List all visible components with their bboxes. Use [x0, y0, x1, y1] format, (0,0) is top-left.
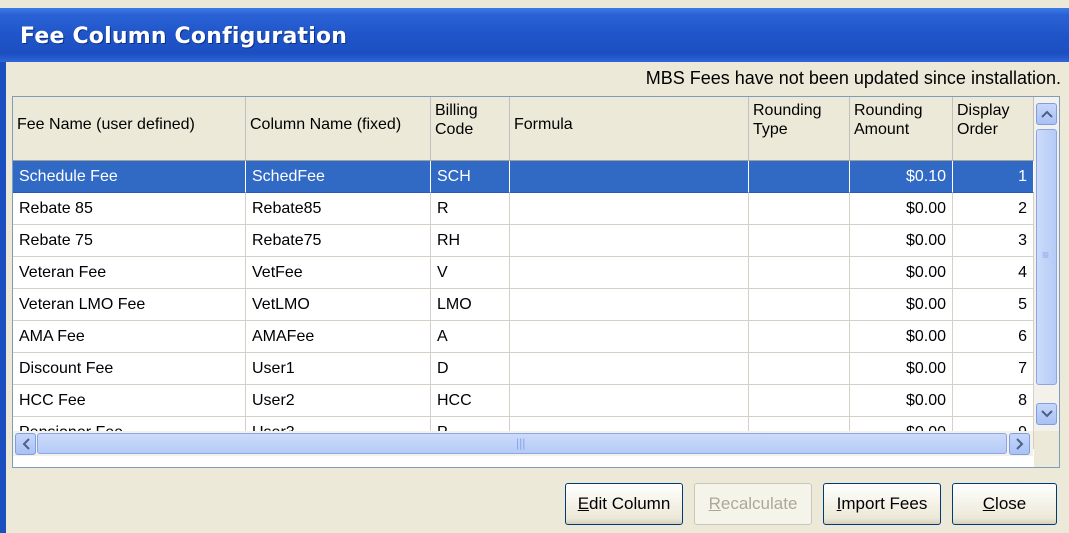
table-row[interactable]: Veteran LMO Fee VetLMO LMO $0.00 5	[13, 289, 1034, 321]
cell-display-order[interactable]: 7	[953, 353, 1034, 385]
cell-rounding-amount[interactable]: $0.00	[850, 385, 953, 417]
recalculate-button[interactable]: Recalculate	[694, 483, 812, 525]
cell-rounding-type[interactable]	[749, 193, 850, 225]
chevron-left-icon[interactable]	[15, 433, 36, 455]
horizontal-scroll-thumb[interactable]: |||	[37, 433, 1007, 454]
cell-display-order[interactable]: 5	[953, 289, 1034, 321]
cell-display-order[interactable]: 1	[953, 161, 1034, 193]
column-header-rounding-type[interactable]: Rounding Type	[749, 97, 850, 161]
column-header-formula[interactable]: Formula	[510, 97, 749, 161]
column-header-rounding-amount[interactable]: Rounding Amount	[850, 97, 953, 161]
cell-column-name[interactable]: Rebate85	[246, 193, 431, 225]
cell-fee-name[interactable]: Discount Fee	[13, 353, 246, 385]
cell-column-name[interactable]: User2	[246, 385, 431, 417]
cell-formula[interactable]	[510, 257, 749, 289]
cell-rounding-type[interactable]	[749, 161, 850, 193]
cell-fee-name[interactable]: Schedule Fee	[13, 161, 246, 193]
table-row[interactable]: Rebate 85 Rebate85 R $0.00 2	[13, 193, 1034, 225]
cell-billing-code[interactable]: SCH	[431, 161, 510, 193]
chevron-right-icon[interactable]	[1009, 433, 1030, 455]
close-button[interactable]: Close	[952, 483, 1057, 525]
chevron-down-icon[interactable]	[1036, 403, 1057, 425]
cell-rounding-amount[interactable]: $0.00	[850, 353, 953, 385]
cell-formula[interactable]	[510, 225, 749, 257]
cell-rounding-amount[interactable]: $0.00	[850, 257, 953, 289]
table-row[interactable]: Rebate 75 Rebate75 RH $0.00 3	[13, 225, 1034, 257]
window-title: Fee Column Configuration	[20, 24, 348, 49]
cell-display-order[interactable]: 6	[953, 321, 1034, 353]
edit-column-label: dit Column	[589, 494, 671, 513]
cell-column-name[interactable]: SchedFee	[246, 161, 431, 193]
horizontal-scrollbar[interactable]: |||	[13, 431, 1033, 456]
cell-rounding-amount[interactable]: $0.00	[850, 289, 953, 321]
cell-billing-code[interactable]: V	[431, 257, 510, 289]
grip-icon: |||	[516, 436, 526, 450]
cell-formula[interactable]	[510, 193, 749, 225]
cell-rounding-type[interactable]	[749, 321, 850, 353]
cell-rounding-type[interactable]	[749, 289, 850, 321]
cell-fee-name[interactable]: HCC Fee	[13, 385, 246, 417]
table-row[interactable]: Discount Fee User1 D $0.00 7	[13, 353, 1034, 385]
cell-billing-code[interactable]: D	[431, 353, 510, 385]
table-row[interactable]: Veteran Fee VetFee V $0.00 4	[13, 257, 1034, 289]
cell-rounding-amount[interactable]: $0.00	[850, 193, 953, 225]
cell-billing-code[interactable]: RH	[431, 225, 510, 257]
fee-columns-grid[interactable]: Fee Name (user defined) Column Name (fix…	[12, 96, 1060, 468]
cell-formula[interactable]	[510, 321, 749, 353]
table-row[interactable]: HCC Fee User2 HCC $0.00 8	[13, 385, 1034, 417]
cell-fee-name[interactable]: Rebate 75	[13, 225, 246, 257]
title-bar[interactable]: Fee Column Configuration	[0, 8, 1069, 62]
table-row[interactable]: AMA Fee AMAFee A $0.00 6	[13, 321, 1034, 353]
cell-billing-code[interactable]: HCC	[431, 385, 510, 417]
recalculate-label: ecalculate	[720, 494, 798, 513]
cell-display-order[interactable]: 2	[953, 193, 1034, 225]
cell-rounding-type[interactable]	[749, 225, 850, 257]
cell-display-order[interactable]: 8	[953, 385, 1034, 417]
import-fees-label: mport Fees	[841, 494, 928, 513]
vertical-scroll-thumb[interactable]: ≡	[1036, 129, 1057, 385]
cell-rounding-amount[interactable]: $0.10	[850, 161, 953, 193]
close-mnemonic: C	[982, 494, 996, 513]
cell-column-name[interactable]: Rebate75	[246, 225, 431, 257]
window-left-border	[0, 62, 6, 533]
cell-fee-name[interactable]: AMA Fee	[13, 321, 246, 353]
column-header-display-order[interactable]: Display Order	[953, 97, 1034, 161]
cell-fee-name[interactable]: Veteran Fee	[13, 257, 246, 289]
cell-formula[interactable]	[510, 161, 749, 193]
cell-rounding-type[interactable]	[749, 257, 850, 289]
scrollbar-corner	[1034, 431, 1059, 467]
cell-rounding-amount[interactable]: $0.00	[850, 225, 953, 257]
cell-column-name[interactable]: AMAFee	[246, 321, 431, 353]
cell-formula[interactable]	[510, 353, 749, 385]
cell-billing-code[interactable]: R	[431, 193, 510, 225]
table-row[interactable]: Schedule Fee SchedFee SCH $0.10 1	[13, 161, 1034, 193]
close-label: lose	[995, 494, 1027, 513]
cell-display-order[interactable]: 3	[953, 225, 1034, 257]
cell-rounding-type[interactable]	[749, 353, 850, 385]
cell-rounding-type[interactable]	[749, 385, 850, 417]
cell-formula[interactable]	[510, 385, 749, 417]
grip-icon: ≡	[1042, 248, 1050, 262]
column-header-fee-name[interactable]: Fee Name (user defined)	[13, 97, 246, 161]
cell-fee-name[interactable]: Veteran LMO Fee	[13, 289, 246, 321]
fee-column-configuration-window: Fee Column Configuration MBS Fees have n…	[0, 0, 1069, 533]
column-header-column-name[interactable]: Column Name (fixed)	[246, 97, 431, 161]
cell-display-order[interactable]: 4	[953, 257, 1034, 289]
cell-column-name[interactable]: VetFee	[246, 257, 431, 289]
column-header-billing-code[interactable]: Billing Code	[431, 97, 510, 161]
cell-fee-name[interactable]: Rebate 85	[13, 193, 246, 225]
edit-column-button[interactable]: Edit Column	[565, 483, 683, 525]
import-fees-button[interactable]: Import Fees	[823, 483, 941, 525]
cell-billing-code[interactable]: LMO	[431, 289, 510, 321]
cell-billing-code[interactable]: A	[431, 321, 510, 353]
vertical-scrollbar[interactable]: ≡	[1034, 97, 1059, 431]
chevron-up-icon[interactable]	[1036, 103, 1057, 125]
recalculate-mnemonic: R	[708, 494, 721, 513]
status-message: MBS Fees have not been updated since ins…	[645, 68, 1061, 88]
cell-column-name[interactable]: User1	[246, 353, 431, 385]
cell-formula[interactable]	[510, 289, 749, 321]
cell-rounding-amount[interactable]: $0.00	[850, 321, 953, 353]
cell-column-name[interactable]: VetLMO	[246, 289, 431, 321]
edit-column-mnemonic: E	[577, 494, 590, 513]
